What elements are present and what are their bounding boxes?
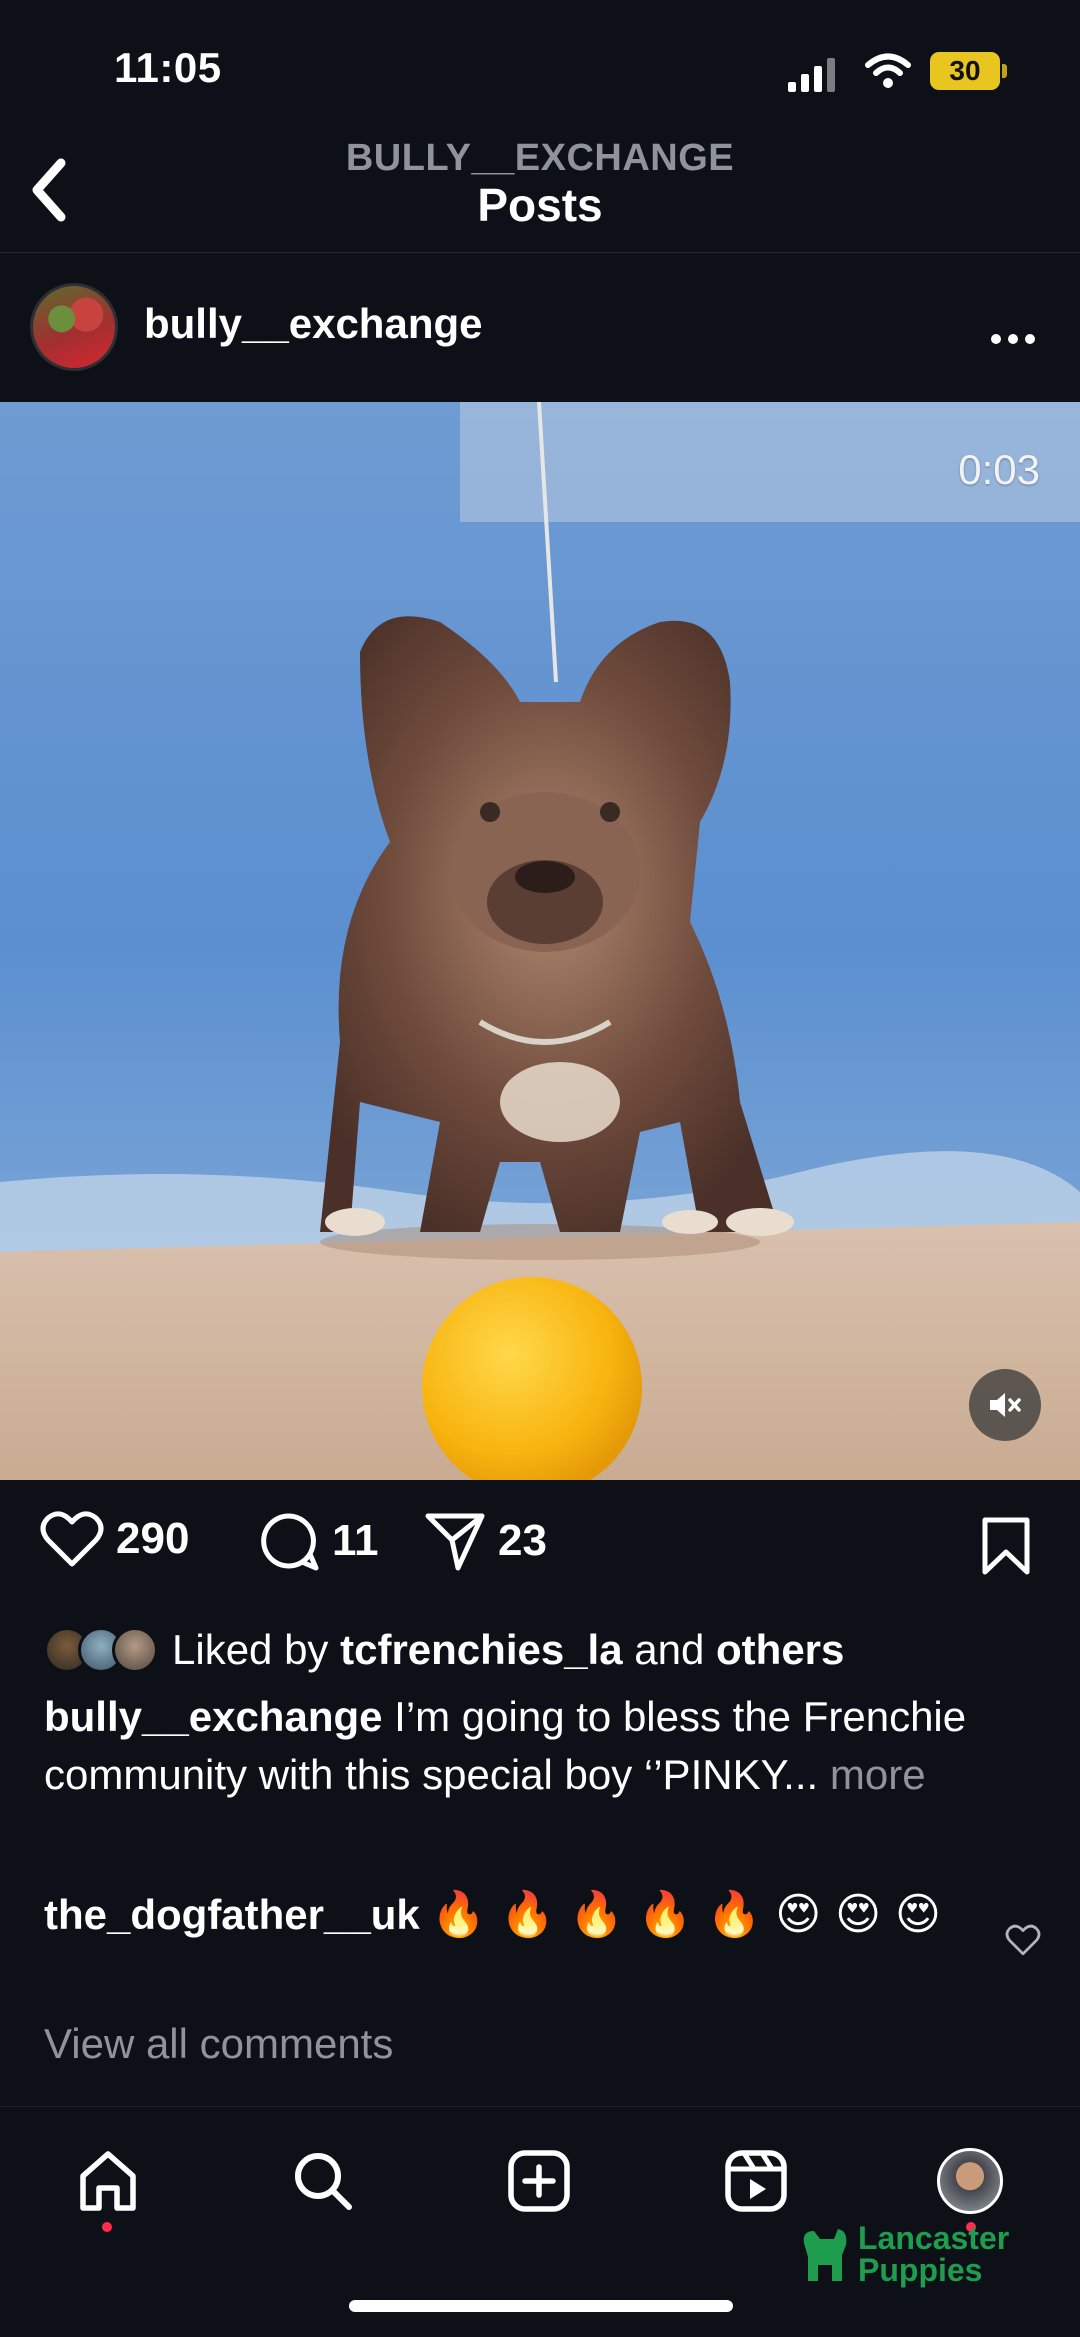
chevron-left-icon	[32, 158, 66, 222]
home-indicator	[349, 2300, 733, 2312]
search-icon	[295, 2153, 352, 2210]
cellular-signal-icon	[788, 56, 835, 92]
post-header: bully__exchange	[0, 254, 1080, 402]
caption-username[interactable]: bully__exchange	[44, 1693, 382, 1740]
caption-more-link[interactable]: more	[830, 1751, 926, 1798]
battery-indicator: 30	[930, 52, 1000, 90]
mute-button[interactable]	[969, 1369, 1041, 1441]
back-button[interactable]	[24, 155, 74, 225]
liker-avatar	[112, 1627, 158, 1673]
like-action[interactable]: 290	[40, 1510, 189, 1568]
heart-icon	[40, 1511, 104, 1567]
post-actions: 290 11 23	[0, 1510, 1080, 1590]
wifi-icon	[864, 52, 912, 95]
status-bar: 11:05 30	[0, 0, 1080, 135]
watermark-line1: Lancaster	[858, 2220, 1010, 2256]
more-options-button[interactable]	[990, 310, 1036, 355]
liked-by-prefix: Liked by	[172, 1626, 329, 1673]
tab-profile[interactable]	[932, 2143, 1008, 2219]
view-all-comments-link[interactable]: View all comments	[44, 2020, 393, 2068]
bookmark-icon	[982, 1517, 1030, 1575]
liked-by-row[interactable]: Liked by tcfrenchies_la and others	[44, 1622, 844, 1678]
post-author-avatar[interactable]	[30, 283, 118, 371]
header-account-name: BULLY__EXCHANGE	[345, 137, 735, 179]
reels-icon	[725, 2150, 787, 2212]
home-icon	[80, 2151, 136, 2211]
navigation-header: BULLY__EXCHANGE Posts	[0, 135, 1080, 253]
comment-like-button[interactable]	[1005, 1924, 1041, 1961]
puppy-logo-icon	[803, 2229, 847, 2281]
comment-count: 11	[332, 1516, 379, 1565]
liked-by-user[interactable]: tcfrenchies_la	[340, 1626, 622, 1673]
comment-username[interactable]: the_dogfather__uk	[44, 1891, 420, 1938]
add-post-icon	[508, 2150, 570, 2212]
tab-search[interactable]	[285, 2143, 361, 2219]
send-icon	[425, 1513, 485, 1571]
tab-reels[interactable]	[718, 2143, 794, 2219]
liked-by-others[interactable]: others	[716, 1626, 844, 1673]
heart-icon	[1005, 1924, 1041, 1956]
comment-item: the_dogfather__uk 🔥 🔥 🔥 🔥 🔥 😍 😍 😍	[44, 1882, 944, 1948]
share-count: 23	[498, 1516, 547, 1565]
liked-by-text: Liked by tcfrenchies_la and others	[172, 1626, 844, 1674]
profile-avatar	[937, 2148, 1003, 2214]
post-author-username[interactable]: bully__exchange	[144, 300, 482, 348]
tab-home[interactable]	[70, 2143, 146, 2219]
tab-create[interactable]	[501, 2143, 577, 2219]
watermark-line2: Puppies	[858, 2252, 983, 2288]
home-notification-dot	[102, 2222, 112, 2232]
save-button[interactable]	[980, 1516, 1032, 1581]
share-action[interactable]: 23	[424, 1510, 547, 1572]
video-frame	[0, 402, 1080, 1480]
like-count: 290	[116, 1514, 190, 1563]
speaker-muted-icon	[990, 1393, 1021, 1417]
page-title: Posts	[477, 179, 603, 231]
comment-bubble-icon	[261, 1513, 319, 1571]
comment-action[interactable]: 11	[258, 1510, 379, 1572]
liker-avatars	[44, 1627, 158, 1673]
battery-tip	[1002, 64, 1007, 78]
liked-by-middle: and	[634, 1626, 705, 1673]
post-video[interactable]: 0:03	[0, 402, 1080, 1480]
battery-level: 30	[949, 55, 981, 86]
post-caption: bully__exchange I’m going to bless the F…	[44, 1688, 1034, 1804]
ellipsis-icon	[991, 334, 1035, 344]
header-titles: BULLY__EXCHANGE Posts	[0, 135, 1080, 232]
lancaster-puppies-watermark: Lancaster Puppies	[798, 2222, 1009, 2286]
video-timer: 0:03	[958, 446, 1040, 493]
status-time: 11:05	[114, 44, 222, 91]
comment-text: 🔥 🔥 🔥 🔥 🔥 😍 😍 😍	[431, 1889, 941, 1940]
